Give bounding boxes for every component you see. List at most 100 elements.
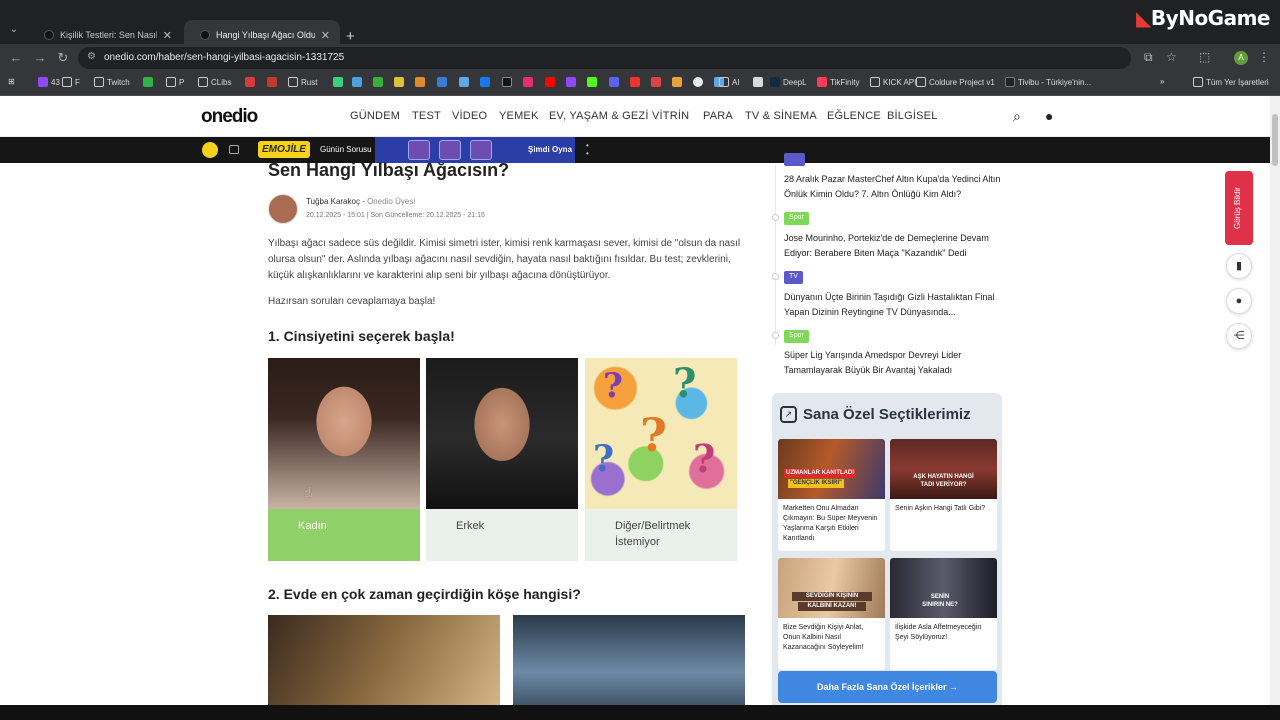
bookmark-kick-api[interactable]: KICK API xyxy=(870,77,916,87)
news-tag[interactable]: Spor xyxy=(784,212,809,225)
bookmark-icon xyxy=(333,77,343,87)
bookmark-star-icon[interactable]: ☆ xyxy=(1166,50,1177,64)
apps-icon[interactable]: ⊞ xyxy=(8,77,15,86)
more-content-button[interactable]: Daha Fazla Sana Özel İçerikler → xyxy=(778,671,997,703)
bookmark-i6[interactable] xyxy=(437,77,447,87)
play-now-button[interactable]: Şimdi Oyna xyxy=(528,145,572,154)
bookmark-icon[interactable]: ▮ xyxy=(1226,253,1252,279)
bookmark-i13[interactable] xyxy=(587,77,597,87)
bookmark-i14[interactable] xyxy=(609,77,619,87)
search-icon[interactable]: ⌕ xyxy=(1013,108,1021,125)
bookmark-i9[interactable] xyxy=(502,77,512,87)
option-image-kitchen[interactable] xyxy=(268,615,500,710)
option-image-male[interactable] xyxy=(426,358,578,509)
bookmark-i15[interactable] xyxy=(630,77,640,87)
promo-bar: EMOJİLE Günün Sorusu Şimdi Oyna • • xyxy=(0,137,1270,163)
option-erkek[interactable]: Erkek xyxy=(426,358,578,561)
more-dots-icon[interactable]: • • xyxy=(586,142,589,158)
game-icon[interactable] xyxy=(229,145,239,154)
news-title[interactable]: Jose Mourinho, Portekiz'de de Demeçlerin… xyxy=(784,231,1004,261)
forward-icon[interactable]: → xyxy=(32,50,48,66)
bookmark-clibs[interactable]: CLibs xyxy=(198,77,231,87)
bookmark-i2[interactable] xyxy=(352,77,362,87)
back-icon[interactable]: ← xyxy=(8,50,24,66)
onedio-logo[interactable]: onedio xyxy=(201,106,258,128)
more-bookmarks-icon[interactable]: » xyxy=(1160,77,1164,86)
comments-icon[interactable]: ● xyxy=(1226,288,1252,314)
news-tag[interactable] xyxy=(784,153,805,166)
bookmark-red1[interactable] xyxy=(245,77,255,87)
recommend-card[interactable]: SEVDİĞİN KİŞİNİN KALBİNİ KAZAN! Bize Sev… xyxy=(778,558,885,670)
github-icon[interactable] xyxy=(693,77,703,87)
news-tag[interactable]: Spor xyxy=(784,330,809,343)
bookmark-ai[interactable]: AI xyxy=(719,77,740,87)
recommend-card[interactable]: UZMANLAR KANITLADI "GENÇLİK İKSİRİ" Mark… xyxy=(778,439,885,551)
profile-avatar[interactable]: A xyxy=(1234,51,1248,65)
extensions-icon[interactable]: ⬚ xyxy=(1199,50,1210,64)
option-image-question-marks[interactable]: ? ? ? ? ? xyxy=(585,358,737,509)
option-image-female[interactable] xyxy=(268,358,420,509)
option-diger[interactable]: ? ? ? ? ? Diğer/Belirtmek İstemiyor xyxy=(585,358,737,561)
reload-icon[interactable]: ↻ xyxy=(55,50,71,66)
bookmark-i11[interactable] xyxy=(545,77,555,87)
bookmark-i7[interactable] xyxy=(459,77,469,87)
news-title[interactable]: 28 Aralık Pazar MasterChef Altın Kupa'da… xyxy=(784,172,1004,202)
nav-vitrin[interactable]: VİTRİN xyxy=(652,110,689,122)
news-tag[interactable]: TV xyxy=(784,271,803,284)
bookmark-deepl[interactable]: DeepL xyxy=(770,77,807,87)
recommend-card[interactable]: AŞK HAYATIN HANGİ TADI VERİYOR? Senin Aş… xyxy=(890,439,997,551)
share-icon[interactable]: ⋲ xyxy=(1226,323,1252,349)
scrollbar-thumb[interactable] xyxy=(1272,114,1278,166)
bookmark-twitch[interactable]: Twitch xyxy=(94,77,130,87)
nav-para[interactable]: PARA xyxy=(703,110,733,122)
new-tab-button[interactable]: + xyxy=(346,28,355,45)
menu-icon[interactable]: ⋮ xyxy=(1258,50,1270,64)
news-title[interactable]: Süper Lig Yarışında Amedspor Devreyi Lid… xyxy=(784,348,1004,378)
nav-eglence[interactable]: EĞLENCE xyxy=(827,110,881,122)
site-info-icon[interactable]: ⚙ xyxy=(87,51,96,62)
bookmark-i1[interactable] xyxy=(333,77,343,87)
nav-ev-yasam[interactable]: EV, YAŞAM & GEZİ xyxy=(549,110,649,122)
bookmark-43[interactable]: 43 xyxy=(38,77,60,87)
bookmark-i4[interactable] xyxy=(394,77,404,87)
bookmark-red2[interactable] xyxy=(267,77,277,87)
bookmark-coldure[interactable]: Coldure Project v1 xyxy=(916,77,995,87)
bookmark-rust[interactable]: Rust xyxy=(288,77,317,87)
emoji-icon[interactable] xyxy=(202,142,218,158)
nav-gundem[interactable]: GÜNDEM xyxy=(350,110,400,122)
bookmark-p[interactable]: P xyxy=(166,77,184,87)
news-title[interactable]: Dünyanın Üçte Birinin Taşıdığı Gizli Has… xyxy=(784,290,1004,320)
bookmark-i10[interactable] xyxy=(523,77,533,87)
nav-tv-sinema[interactable]: TV & SİNEMA xyxy=(745,110,817,122)
bookmark-tikfinity[interactable]: TikFinity xyxy=(817,77,859,87)
bookmark-i3[interactable] xyxy=(373,77,383,87)
bookmark-green[interactable] xyxy=(143,77,153,87)
option-kadin[interactable]: Kadın xyxy=(268,358,420,561)
all-bookmarks[interactable]: Tüm Yer İşaretleri xyxy=(1193,77,1269,87)
bookmark-i5[interactable] xyxy=(415,77,425,87)
user-icon[interactable]: ● xyxy=(1045,108,1053,124)
bookmark-i8[interactable] xyxy=(480,77,490,87)
author-avatar[interactable] xyxy=(268,194,298,224)
page-scrollbar[interactable] xyxy=(1270,96,1280,710)
close-icon[interactable]: ✕ xyxy=(321,29,330,42)
author-name[interactable]: Tuğba Karakoç xyxy=(306,197,360,206)
install-icon[interactable]: ⧉ xyxy=(1144,50,1153,65)
bookmark-i16[interactable] xyxy=(651,77,661,87)
address-bar[interactable]: ⚙ onedio.com/haber/sen-hangi-yilbasi-aga… xyxy=(78,47,1131,69)
bookmark-i20[interactable] xyxy=(753,77,763,87)
option-image-balcony[interactable] xyxy=(513,615,745,710)
bookmark-f[interactable]: F xyxy=(62,77,80,87)
emojile-logo[interactable]: EMOJİLE xyxy=(258,141,310,158)
feedback-button[interactable]: Görüş Bildir xyxy=(1225,171,1253,245)
bookmark-i12[interactable] xyxy=(566,77,576,87)
bookmark-tivibu[interactable]: Tivibu - Türkiye'nin... xyxy=(1005,77,1091,87)
tab-search-button[interactable]: ⌄ xyxy=(6,22,22,38)
nav-yemek[interactable]: YEMEK xyxy=(499,110,539,122)
recommend-card[interactable]: SENİN SINIRIN NE? İlişkide Asla Affetmey… xyxy=(890,558,997,670)
close-icon[interactable]: ✕ xyxy=(163,29,172,42)
nav-video[interactable]: VİDEO xyxy=(452,110,487,122)
nav-test[interactable]: TEST xyxy=(412,110,441,122)
nav-bilgisel[interactable]: BİLGİSEL xyxy=(887,110,938,122)
bookmark-i17[interactable] xyxy=(672,77,682,87)
